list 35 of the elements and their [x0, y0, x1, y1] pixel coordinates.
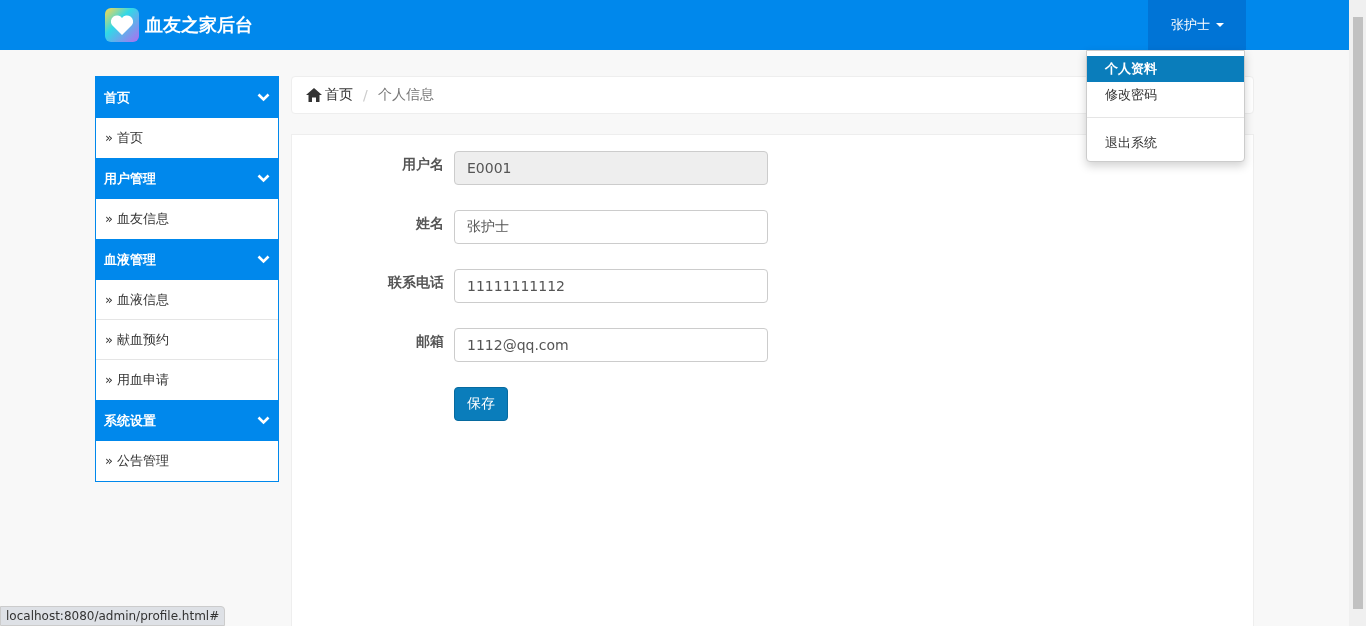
home-icon — [306, 88, 322, 102]
save-button[interactable]: 保存 — [454, 387, 508, 421]
breadcrumb-separator: / — [363, 87, 368, 103]
input-field[interactable]: 1112@qq.com — [454, 328, 768, 362]
user-menu-toggle[interactable]: 张护士 — [1148, 0, 1246, 50]
brand-title: 血友之家后台 — [145, 13, 253, 37]
sidebar-link[interactable]: » 献血预约 — [96, 320, 278, 360]
chevron-down-icon — [257, 255, 270, 264]
chevron-down-icon — [257, 416, 270, 425]
sidebar-link[interactable]: » 血液信息 — [96, 280, 278, 320]
sidebar-group-header[interactable]: 血液管理 — [96, 239, 278, 280]
caret-icon — [1215, 23, 1224, 27]
sidebar-group-header[interactable]: 系统设置 — [96, 400, 278, 441]
field-label: 邮箱 — [415, 332, 444, 351]
sidebar-group-header[interactable]: 首页 — [96, 77, 278, 118]
field-label: 联系电话 — [386, 273, 444, 292]
input-field[interactable]: 张护士 — [454, 210, 768, 244]
chevron-down-icon — [257, 93, 270, 102]
status-bar-url: localhost:8080/admin/profile.html# — [0, 606, 226, 626]
sidebar-group-header[interactable]: 用户管理 — [96, 158, 278, 199]
sidebar-link[interactable]: » 首页 — [96, 118, 278, 158]
breadcrumb-home-link[interactable]: 首页 — [306, 86, 353, 104]
breadcrumb-current: 个人信息 — [377, 86, 434, 104]
chevron-down-icon — [257, 174, 270, 183]
heart-logo-icon — [105, 8, 139, 42]
sidebar-link[interactable]: » 公告管理 — [96, 441, 278, 481]
field-label: 用户名 — [401, 155, 444, 174]
menu-item[interactable]: 退出系统 — [1087, 130, 1244, 156]
menu-item[interactable]: 修改密码 — [1087, 82, 1244, 108]
sidebar-link[interactable]: » 血友信息 — [96, 199, 278, 239]
sidebar-link[interactable]: » 用血申请 — [96, 360, 278, 400]
field-label: 姓名 — [415, 214, 444, 233]
scrollbar[interactable] — [1349, 0, 1366, 626]
menu-item[interactable]: 个人资料 — [1087, 56, 1244, 82]
input-field[interactable]: 11111111112 — [454, 269, 768, 303]
